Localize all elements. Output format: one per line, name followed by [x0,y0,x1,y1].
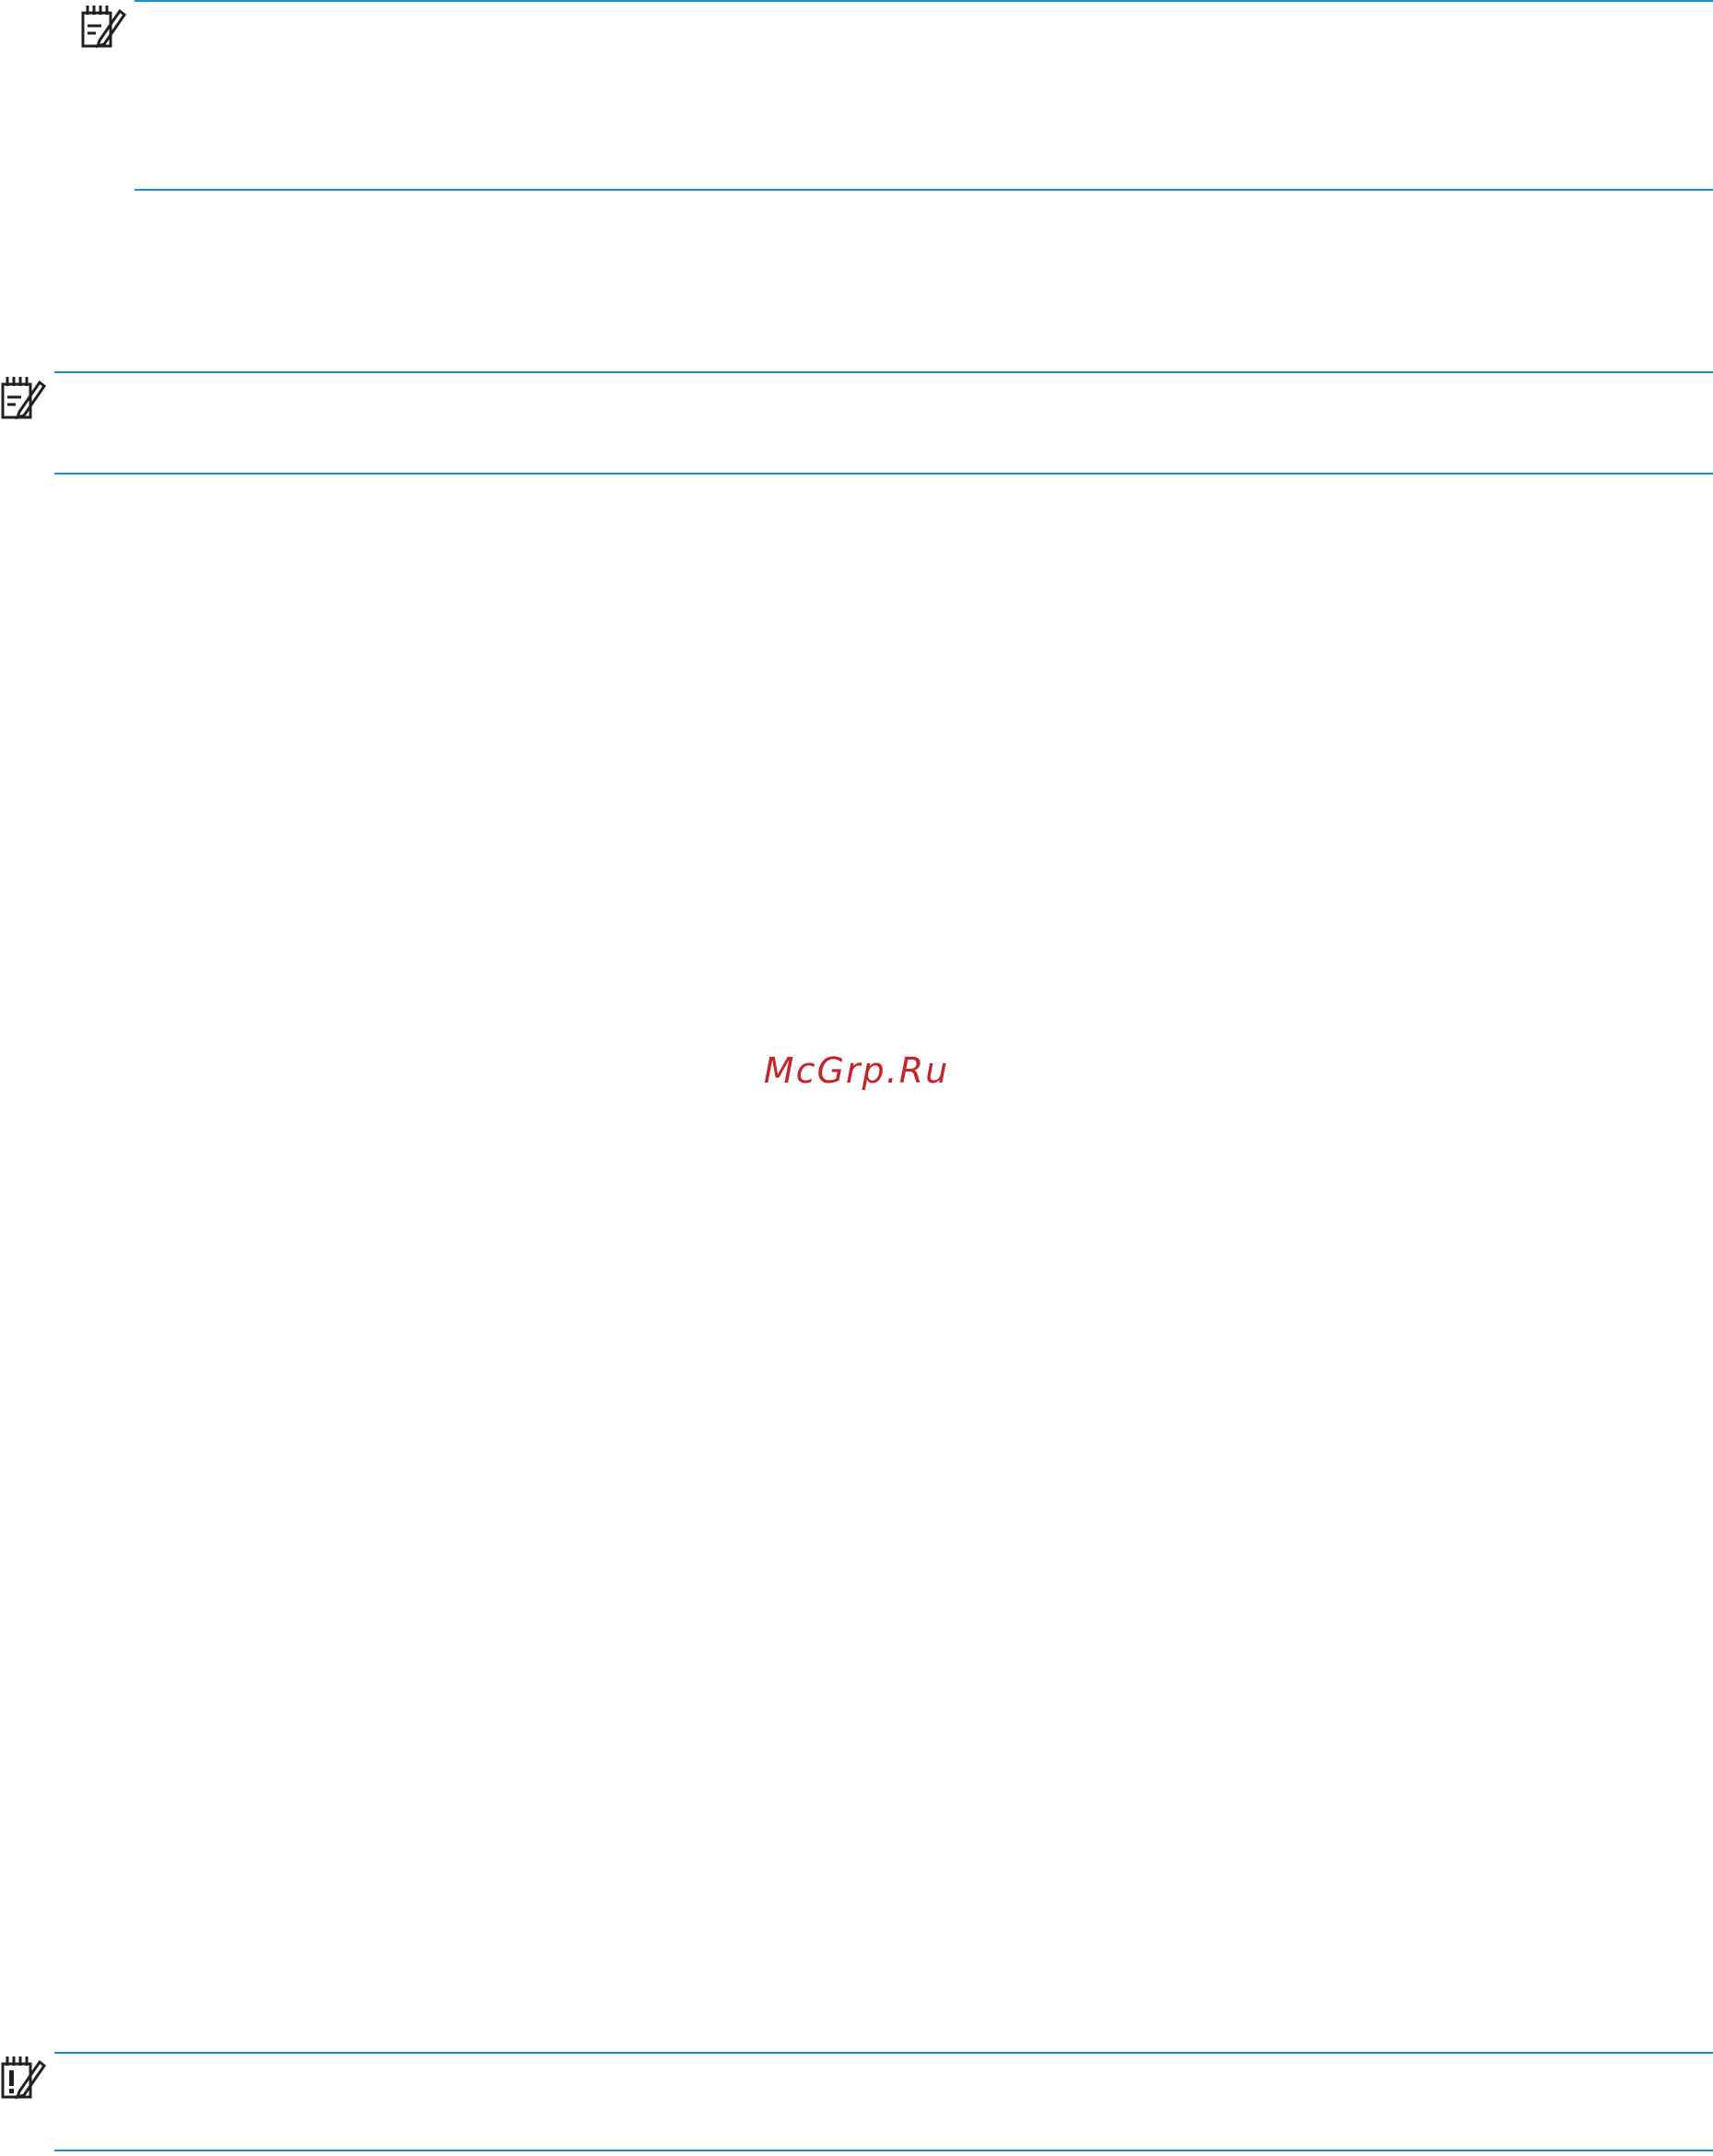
note-top-rule [135,0,1713,2]
note-top-rule [54,371,1713,373]
important-bottom-rule [54,2150,1713,2151]
note-bottom-rule [135,189,1713,191]
note-bottom-rule [54,473,1713,475]
note-icon [81,6,127,49]
important-top-rule [54,2052,1713,2054]
note-icon [1,377,47,420]
important-icon [1,2056,47,2100]
watermark-text: McGrp.Ru [763,1050,950,1091]
